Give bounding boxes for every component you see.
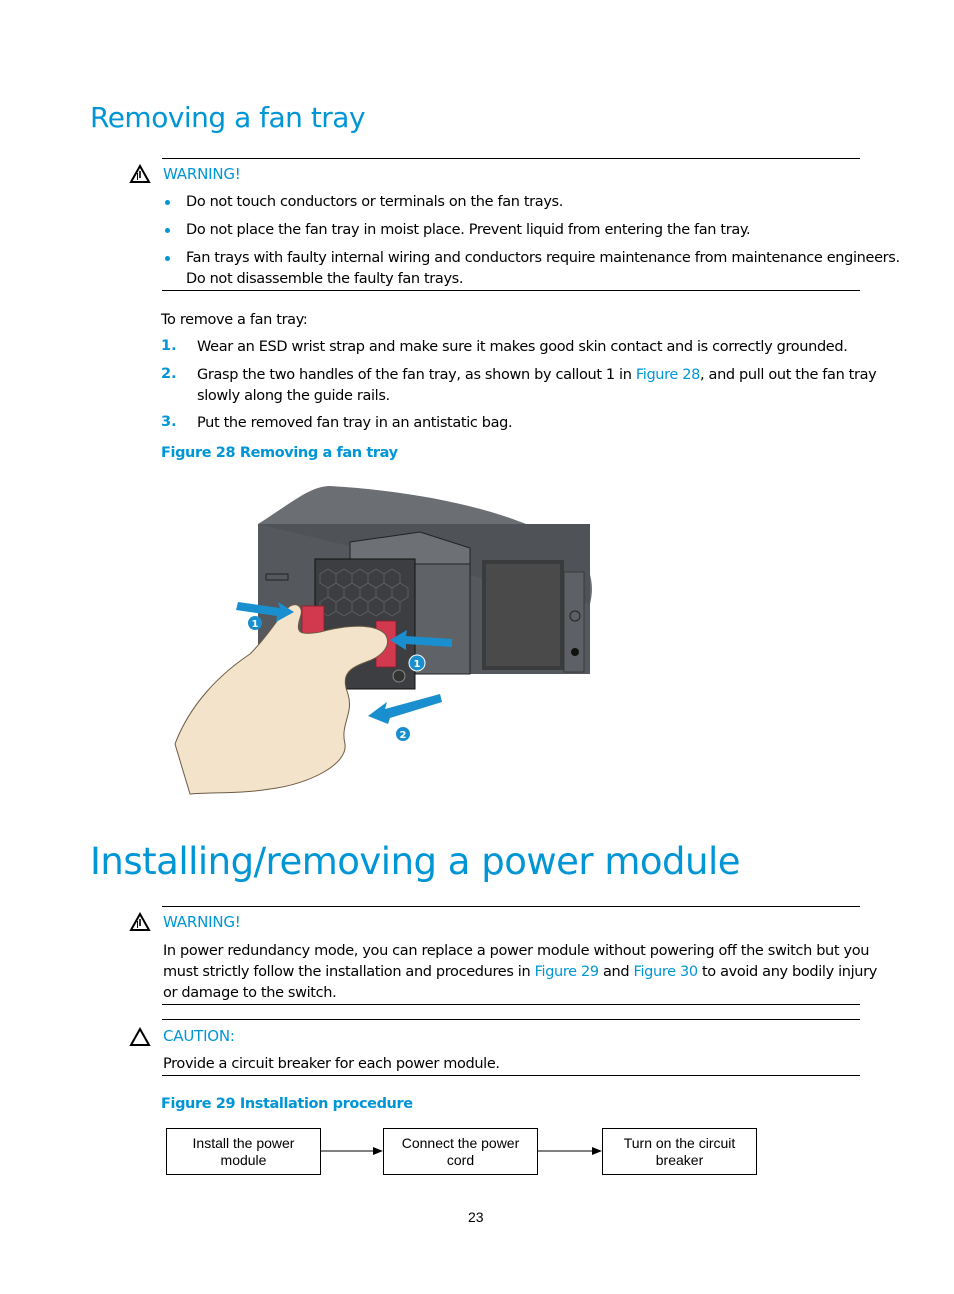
section-title-removing-fan-tray: Removing a fan tray [90,101,366,134]
bullet-icon [165,228,170,233]
step-text: Wear an ESD wrist strap and make sure it… [197,339,848,355]
step-text: Grasp the two handles of the fan tray, a… [197,365,877,386]
figure-28-caption: Figure 28 Removing a fan tray [161,445,398,461]
callout-label: 1 [252,619,259,630]
step-number: 2. [161,366,177,382]
warning-label: WARNING! [163,165,241,183]
page-number: 23 [468,1209,484,1225]
procedure-intro: To remove a fan tray: [161,312,308,328]
warning-text-part: and [598,964,634,980]
caution-label: CAUTION: [163,1027,235,1045]
flow-step-turn-on-breaker: Turn on the circuit breaker [602,1128,757,1175]
flow-step-install-module: Install the power module [166,1128,321,1175]
hand [174,604,389,795]
callout-label: 2 [400,730,407,741]
flow-step-text: Turn on the circuit [623,1134,736,1151]
warning-bottom-rule [162,290,860,291]
flow-step-text: Install the power [192,1134,295,1151]
bullet-icon [165,200,170,205]
flow-arrow-icon [321,1147,383,1155]
callout-label: 1 [414,659,421,670]
warning-text: must strictly follow the installation an… [163,962,877,983]
caution-text: Provide a circuit breaker for each power… [163,1056,500,1072]
figure-28-link[interactable]: Figure 28 [636,367,701,383]
warning-bullet: Do not touch conductors or terminals on … [186,194,564,210]
step-text-continued: slowly along the guide rails. [197,388,390,404]
warning-text: or damage to the switch. [163,985,337,1001]
bullet-icon [165,256,170,261]
warning-text-part: to avoid any bodily injury [697,964,877,980]
flow-step-text: module [220,1151,267,1168]
flow-step-text: Connect the power [401,1134,520,1151]
step-text-part: Grasp the two handles of the fan tray, a… [197,367,636,383]
warning-top-rule [162,906,860,907]
warning-triangle-icon [129,163,151,188]
warning-bullet-continued: Do not disassemble the faulty fan trays. [186,271,464,287]
warning-bullet: Fan trays with faulty internal wiring an… [186,250,900,266]
figure-28-illustration: 1 1 2 [170,484,600,800]
figure-29-link[interactable]: Figure 29 [535,964,600,980]
warning-bottom-rule [162,1004,860,1005]
warning-text: In power redundancy mode, you can replac… [163,943,870,959]
step-number: 1. [161,338,177,354]
caution-bottom-rule [162,1075,860,1076]
caution-top-rule [162,1019,860,1020]
step-text: Put the removed fan tray in an antistati… [197,415,513,431]
figure-29-caption: Figure 29 Installation procedure [161,1096,413,1112]
warning-top-rule [162,158,860,159]
section-title-power-module: Installing/removing a power module [90,840,741,883]
figure-30-link[interactable]: Figure 30 [634,964,699,980]
flow-step-text: cord [446,1151,475,1168]
flow-step-connect-cord: Connect the power cord [383,1128,538,1175]
step-text-part: , and pull out the fan tray [700,367,877,383]
flow-step-text: breaker [655,1151,704,1168]
warning-triangle-icon [129,911,151,936]
warning-label: WARNING! [163,913,241,931]
warning-bullet: Do not place the fan tray in moist place… [186,222,751,238]
pull-arrow [368,694,442,724]
flow-arrow-icon [538,1147,602,1155]
left-handle [301,605,325,635]
warning-text-part: must strictly follow the installation an… [163,964,535,980]
step-number: 3. [161,414,177,430]
caution-triangle-icon [129,1026,151,1051]
